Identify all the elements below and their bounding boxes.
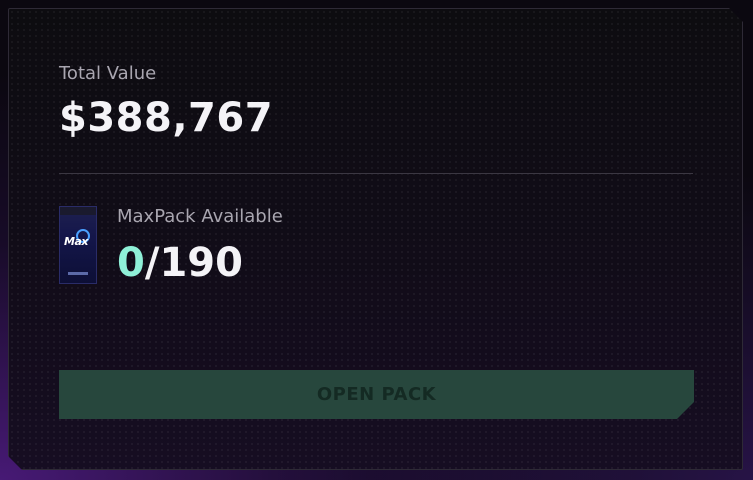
count-separator: /	[144, 240, 160, 286]
open-pack-button[interactable]: OPEN PACK	[59, 370, 694, 419]
maxpack-image: Max	[59, 206, 97, 284]
available-count: 0	[117, 240, 145, 286]
maxpack-available-count: 0/190	[117, 240, 243, 286]
total-value-label: Total Value	[59, 63, 157, 84]
total-count: 190	[159, 240, 243, 286]
pack-footer-mark	[68, 272, 88, 275]
pack-summary-panel: Total Value $388,767 Max MaxPack Availab…	[8, 8, 743, 470]
pack-cap	[60, 207, 96, 215]
divider	[59, 173, 693, 174]
pack-logo: Max	[64, 235, 88, 248]
total-value: $388,767	[59, 95, 274, 141]
maxpack-available-label: MaxPack Available	[117, 206, 283, 227]
